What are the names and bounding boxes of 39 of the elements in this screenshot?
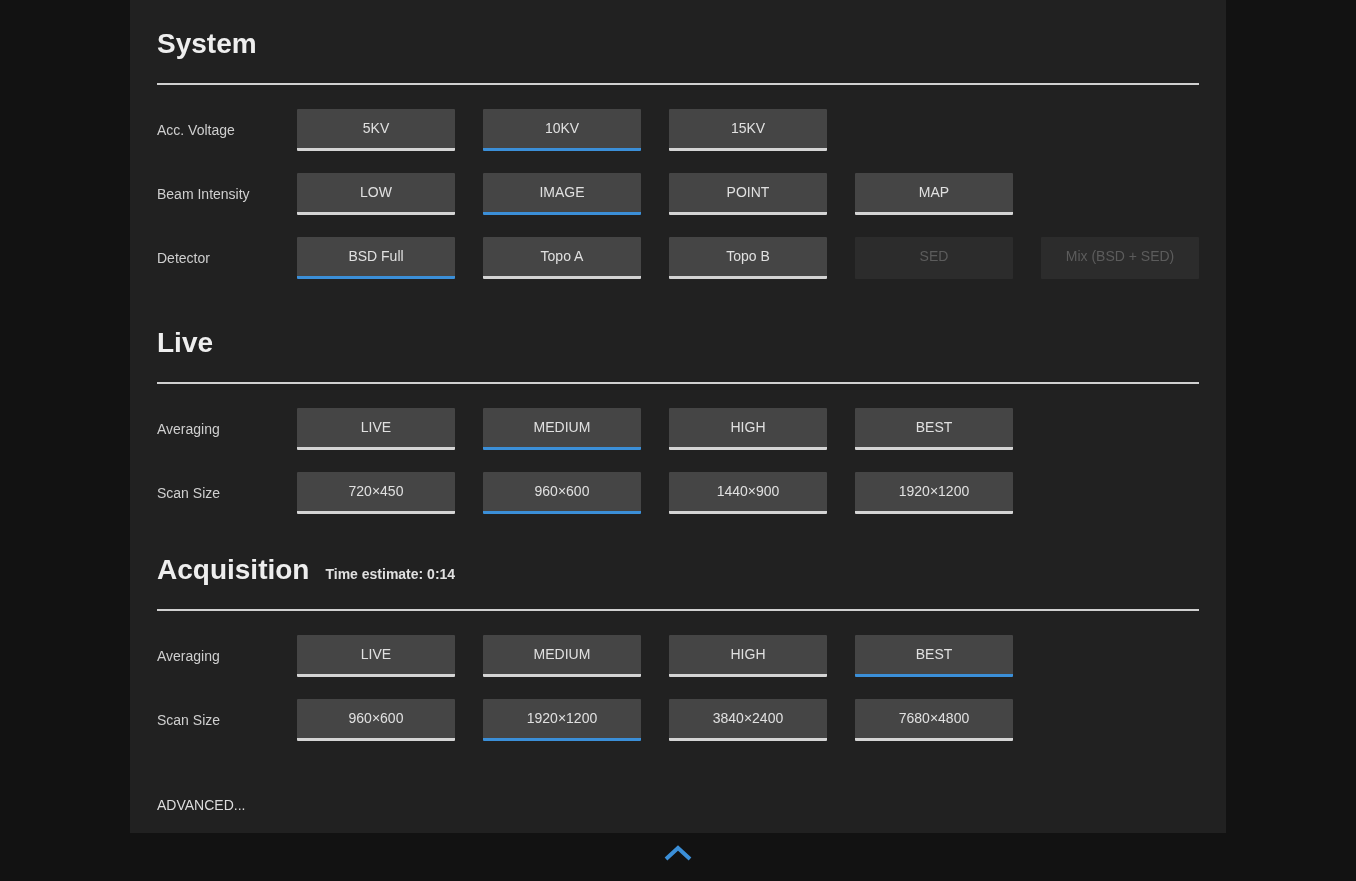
option-button[interactable]: 1920×1200: [483, 699, 641, 741]
option-button[interactable]: 5KV: [297, 109, 455, 151]
option-button[interactable]: HIGH: [669, 635, 827, 677]
option-button[interactable]: 7680×4800: [855, 699, 1013, 741]
option-button[interactable]: 1440×900: [669, 472, 827, 514]
option-button[interactable]: IMAGE: [483, 173, 641, 215]
option-button[interactable]: 960×600: [297, 699, 455, 741]
setting-label: Scan Size: [157, 710, 222, 730]
option-button[interactable]: POINT: [669, 173, 827, 215]
option-button[interactable]: Topo A: [483, 237, 641, 279]
option-button[interactable]: 1920×1200: [855, 472, 1013, 514]
option-button[interactable]: BSD Full: [297, 237, 455, 279]
time-estimate: Time estimate: 0:14: [325, 565, 456, 584]
section-heading: Live: [157, 326, 214, 360]
option-button[interactable]: 15KV: [669, 109, 827, 151]
section-heading: System: [157, 27, 257, 61]
option-button[interactable]: 10KV: [483, 109, 641, 151]
option-button[interactable]: LOW: [297, 173, 455, 215]
setting-label: Averaging: [157, 419, 221, 439]
option-button[interactable]: 720×450: [297, 472, 455, 514]
option-button[interactable]: MEDIUM: [483, 408, 641, 450]
option-button[interactable]: HIGH: [669, 408, 827, 450]
option-button[interactable]: 960×600: [483, 472, 641, 514]
advanced-link[interactable]: ADVANCED...: [157, 795, 246, 816]
option-button[interactable]: Topo B: [669, 237, 827, 279]
setting-label: Averaging: [157, 646, 221, 666]
option-button[interactable]: 3840×2400: [669, 699, 827, 741]
setting-label: Detector: [157, 248, 211, 268]
section-heading: Acquisition: [157, 553, 310, 587]
chevron-up-icon[interactable]: [663, 844, 693, 862]
option-button[interactable]: LIVE: [297, 635, 455, 677]
setting-label: Beam Intensity: [157, 184, 251, 204]
option-button[interactable]: MEDIUM: [483, 635, 641, 677]
option-button[interactable]: BEST: [855, 635, 1013, 677]
setting-label: Acc. Voltage: [157, 120, 236, 140]
option-button[interactable]: BEST: [855, 408, 1013, 450]
setting-label: Scan Size: [157, 483, 222, 503]
option-button[interactable]: MAP: [855, 173, 1013, 215]
option-button[interactable]: LIVE: [297, 408, 455, 450]
